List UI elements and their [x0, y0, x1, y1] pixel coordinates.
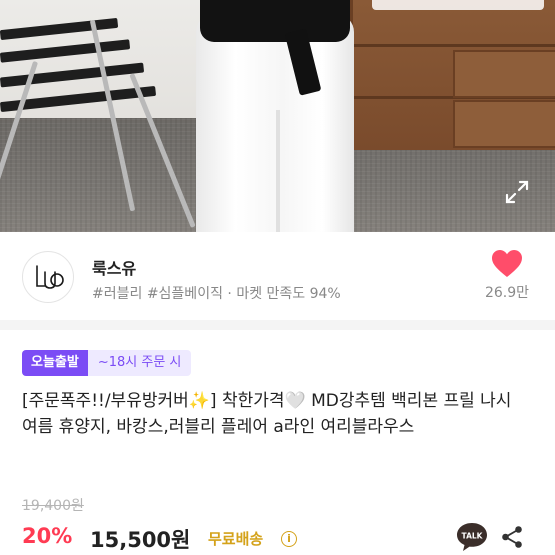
sale-price: 15,500원: [90, 528, 191, 552]
discount-rate: 20%: [22, 524, 73, 548]
section-divider: [0, 320, 555, 330]
seller-row[interactable]: 룩스유 #러블리 #심플베이직 · 마켓 만족도 94% 26.9만: [0, 232, 555, 320]
seller-tags: #러블리 #심플베이직: [92, 286, 223, 302]
kakaotalk-icon[interactable]: TALK: [455, 521, 489, 553]
seller-name[interactable]: 룩스유: [92, 255, 136, 279]
product-photo[interactable]: [0, 0, 555, 232]
photo-luggage-rack: [0, 17, 196, 228]
delivery-badges: 오늘출발 ~18시 주문 시: [22, 350, 192, 376]
free-shipping-label: 무료배송: [208, 530, 264, 548]
product-title: [주문폭주!!/부유방커버✨] 착한가격🤍 MD강추템 백리본 프릴 나시 여름…: [22, 391, 512, 437]
expand-icon[interactable]: [503, 178, 531, 206]
photo-white-pants: [196, 14, 354, 232]
market-satisfaction: 마켓 만족도 94%: [236, 286, 341, 302]
share-icon[interactable]: [500, 525, 524, 549]
original-price: 19,400원: [22, 498, 84, 514]
photo-caption-strip: [372, 0, 544, 10]
order-cutoff-badge: ~18시 주문 시: [87, 350, 192, 376]
like-count: 26.9만: [484, 285, 530, 301]
heart-icon[interactable]: [491, 249, 523, 279]
today-shipping-badge: 오늘출발: [22, 350, 88, 376]
seller-logo[interactable]: [22, 251, 74, 303]
info-icon[interactable]: i: [281, 531, 297, 547]
photo-cabinet: [350, 0, 555, 150]
seller-meta: #러블리 #심플베이직 · 마켓 만족도 94%: [92, 283, 341, 303]
meta-separator: ·: [222, 286, 237, 302]
photo-black-top: [200, 0, 350, 42]
svg-text:TALK: TALK: [462, 532, 484, 541]
